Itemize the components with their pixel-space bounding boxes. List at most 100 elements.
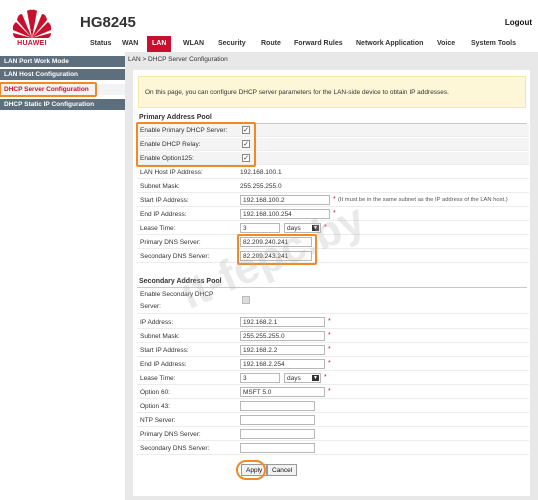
start-ip-hint: (It must be in the same subnet as the IP…	[338, 197, 508, 203]
primary-pool-title: Primary Address Pool	[139, 114, 212, 121]
config-panel: On this page, you can configure DHCP ser…	[133, 70, 530, 496]
required-mark: *	[328, 388, 331, 395]
enable-secondary-label-1: Enable Secondary DHCP	[140, 291, 214, 298]
main-content: LAN > DHCP Server Configuration On this …	[125, 52, 538, 500]
nav-route[interactable]: Route	[261, 40, 281, 47]
row-secondary-lease: Lease Time: 3 days ▼ *	[137, 372, 529, 385]
apply-highlight	[236, 460, 266, 480]
required-mark: *	[328, 346, 331, 353]
nav-lan[interactable]: LAN	[147, 36, 172, 52]
nav-wan[interactable]: WAN	[122, 40, 138, 47]
device-model: HG8245	[80, 14, 136, 31]
required-mark: *	[328, 318, 331, 325]
cancel-button[interactable]: Cancel	[267, 464, 298, 476]
row-end-ip: End IP Address: 192.168.100.254 *	[137, 208, 529, 221]
end-ip-label: End IP Address:	[140, 211, 187, 218]
option43-label: Option 43:	[140, 403, 170, 410]
ntp-input[interactable]	[240, 415, 315, 425]
secondary-start-ip-label: Start IP Address:	[140, 347, 189, 354]
secondary-subnet-input[interactable]: 255.255.255.0	[240, 331, 325, 341]
lease-time-label: Lease Time:	[140, 225, 176, 232]
required-mark: *	[333, 196, 336, 203]
checkbox-group-highlight	[136, 122, 256, 167]
required-mark: *	[328, 360, 331, 367]
enable-secondary-checkbox[interactable]	[242, 296, 250, 304]
secondary-pool-dns1-input[interactable]	[240, 429, 315, 439]
primary-dns-label: Primary DNS Server:	[140, 239, 201, 246]
row-lan-host-ip: LAN Host IP Address: 192.168.100.1	[137, 166, 529, 179]
info-box: On this page, you can configure DHCP ser…	[138, 76, 526, 108]
enable-secondary-label-2: Server:	[140, 303, 161, 310]
secondary-end-ip-input[interactable]: 192.168.2.254	[240, 359, 325, 369]
main-nav: Status WAN LAN WLAN Security Route Forwa…	[80, 36, 538, 52]
row-secondary-pool-dns1: Primary DNS Server:	[137, 428, 529, 441]
row-option60: Option 60: MSFT 5.0 *	[137, 386, 529, 399]
secondary-start-ip-input[interactable]: 192.168.2.2	[240, 345, 325, 355]
lease-time-input[interactable]: 3	[240, 223, 280, 233]
nav-network-application[interactable]: Network Application	[356, 40, 423, 47]
row-secondary-start-ip: Start IP Address: 192.168.2.2 *	[137, 344, 529, 357]
header: HUAWEI HG8245 Logout Status WAN LAN WLAN…	[0, 0, 538, 52]
option60-input[interactable]: MSFT 5.0	[240, 387, 325, 397]
sidebar-highlight	[0, 82, 97, 97]
start-ip-input[interactable]: 192.168.100.2	[240, 195, 330, 205]
ntp-label: NTP Server:	[140, 417, 176, 424]
subnet-label: Subnet Mask:	[140, 183, 180, 190]
brand-name: HUAWEI	[17, 40, 47, 47]
breadcrumb: LAN > DHCP Server Configuration	[128, 56, 228, 63]
lan-host-ip-label: LAN Host IP Address:	[140, 169, 203, 176]
dropdown-arrow-icon: ▼	[312, 375, 319, 381]
row-enable-secondary: Enable Secondary DHCP Server:	[137, 288, 529, 314]
sidebar: LAN Port Work Mode LAN Host Configuratio…	[0, 52, 125, 500]
sidebar-item-lan-port-work-mode[interactable]: LAN Port Work Mode	[0, 56, 125, 67]
secondary-pool-title: Secondary Address Pool	[139, 278, 222, 285]
row-ntp: NTP Server:	[137, 414, 529, 427]
secondary-lease-input[interactable]: 3	[240, 373, 280, 383]
secondary-lease-label: Lease Time:	[140, 375, 176, 382]
required-mark: *	[333, 210, 336, 217]
required-mark: *	[324, 374, 327, 381]
secondary-ip-input[interactable]: 192.168.2.1	[240, 317, 325, 327]
row-start-ip: Start IP Address: 192.168.100.2 * (It mu…	[137, 194, 529, 207]
nav-status[interactable]: Status	[90, 40, 111, 47]
sidebar-item-lan-host-configuration[interactable]: LAN Host Configuration	[0, 69, 125, 80]
lease-unit-value: days	[287, 225, 301, 232]
nav-system-tools[interactable]: System Tools	[471, 40, 516, 47]
row-primary-dns: Primary DNS Server: 82.209.240.241	[137, 236, 529, 249]
secondary-dns-label: Secondary DNS Server:	[140, 253, 210, 260]
required-mark: *	[328, 332, 331, 339]
secondary-subnet-label: Subnet Mask:	[140, 333, 180, 340]
nav-voice[interactable]: Voice	[437, 40, 455, 47]
subnet-value: 255.255.255.0	[240, 183, 282, 190]
row-secondary-subnet: Subnet Mask: 255.255.255.0 *	[137, 330, 529, 343]
nav-forward-rules[interactable]: Forward Rules	[294, 40, 343, 47]
secondary-lease-unit-select[interactable]: days ▼	[284, 373, 321, 383]
end-ip-input[interactable]: 192.168.100.254	[240, 209, 330, 219]
nav-security[interactable]: Security	[218, 40, 246, 47]
secondary-end-ip-label: End IP Address:	[140, 361, 187, 368]
secondary-pool-dns2-label: Secondary DNS Server:	[140, 445, 210, 452]
button-bar: Apply Cancel	[133, 460, 530, 480]
secondary-pool-dns1-label: Primary DNS Server:	[140, 431, 201, 438]
nav-wlan[interactable]: WLAN	[183, 40, 204, 47]
secondary-pool-dns2-input[interactable]	[240, 443, 315, 453]
logout-link[interactable]: Logout	[505, 18, 532, 27]
row-secondary-end-ip: End IP Address: 192.168.2.254 *	[137, 358, 529, 371]
lan-host-ip-value: 192.168.100.1	[240, 169, 282, 176]
secondary-lease-unit-value: days	[287, 375, 301, 382]
start-ip-label: Start IP Address:	[140, 197, 189, 204]
row-lease-time: Lease Time: 3 days ▼ *	[137, 222, 529, 235]
lease-unit-select[interactable]: days ▼	[284, 223, 321, 233]
row-secondary-ip: IP Address: 192.168.2.1 *	[137, 316, 529, 329]
sidebar-item-dhcp-static-ip-configuration[interactable]: DHCP Static IP Configuration	[0, 99, 125, 110]
row-secondary-dns: Secondary DNS Server: 82.209.243.241	[137, 250, 529, 263]
row-subnet: Subnet Mask: 255.255.255.0	[137, 180, 529, 193]
option60-label: Option 60:	[140, 389, 170, 396]
dns-highlight	[237, 234, 317, 265]
secondary-ip-label: IP Address:	[140, 319, 174, 326]
row-option43: Option 43:	[137, 400, 529, 413]
option43-input[interactable]	[240, 401, 315, 411]
dropdown-arrow-icon: ▼	[312, 225, 319, 231]
required-mark: *	[324, 224, 327, 231]
row-secondary-pool-dns2: Secondary DNS Server:	[137, 442, 529, 455]
